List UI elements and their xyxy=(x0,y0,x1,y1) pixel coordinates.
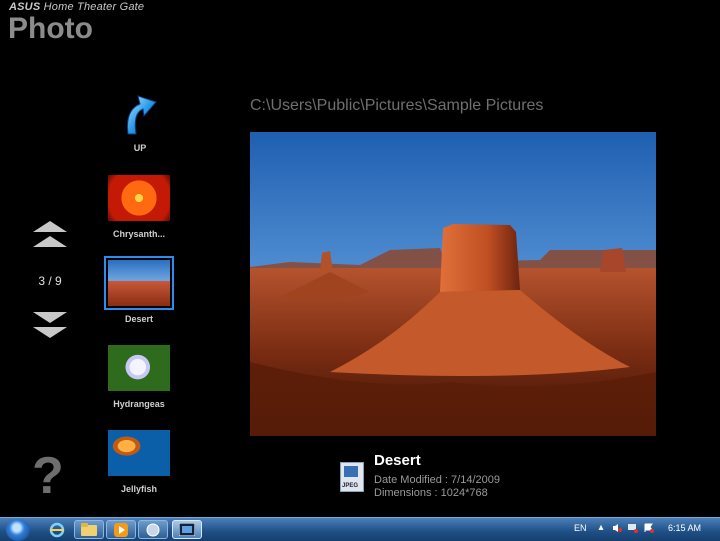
double-arrow-up-icon xyxy=(33,221,67,232)
date-modified: Date Modified : 7/14/2009 xyxy=(374,474,500,486)
photo-name: Desert xyxy=(374,452,421,469)
curved-up-arrow-icon xyxy=(127,95,157,135)
thumbnail-label: Desert xyxy=(124,314,153,324)
main-photo-desert xyxy=(250,132,656,436)
double-arrow-down-icon xyxy=(33,312,67,323)
app-title: Photo xyxy=(8,12,93,45)
page-down-button[interactable] xyxy=(32,312,68,342)
page-up-button[interactable] xyxy=(32,221,68,251)
start-button[interactable] xyxy=(6,519,30,541)
up-label: UP xyxy=(133,143,147,153)
thumbnail-hydrangeas[interactable]: Hydrangeas xyxy=(104,345,174,409)
help-button[interactable]: ? xyxy=(32,450,64,502)
thumbnail-desert[interactable]: Desert xyxy=(104,256,174,324)
jpeg-file-icon: JPEG xyxy=(340,462,364,492)
photo-counter: 3 / 9 xyxy=(38,274,62,288)
up-folder-button[interactable]: UP xyxy=(112,88,168,153)
show-hidden-icons-icon[interactable]: ▴ xyxy=(596,523,606,533)
thumbnail-label: Chrysanth... xyxy=(112,229,165,239)
dimensions: Dimensions : 1024*768 xyxy=(374,487,488,499)
ie-icon[interactable] xyxy=(42,520,72,539)
jellyfish-image xyxy=(108,430,170,476)
explorer-icon[interactable] xyxy=(74,520,104,539)
thumbnail-label: Jellyfish xyxy=(120,484,158,494)
media-player-icon[interactable] xyxy=(106,520,136,539)
folder-path: C:\Users\Public\Pictures\Sample Pictures xyxy=(250,97,544,114)
network-icon[interactable] xyxy=(628,523,638,533)
thumbnail-label: Hydrangeas xyxy=(113,399,165,409)
thumbnail-jellyfish[interactable]: Jellyfish xyxy=(104,430,174,494)
desert-image xyxy=(104,256,174,310)
clock[interactable]: 6:15 AM xyxy=(668,523,701,533)
hydrangeas-image xyxy=(108,345,170,391)
taskbar: EN ▴ 6:15 AM xyxy=(0,517,720,541)
thumbnail-chrysanthemum[interactable]: Chrysanth... xyxy=(104,175,174,239)
chrysanthemum-image xyxy=(108,175,170,221)
volume-muted-icon[interactable] xyxy=(612,523,622,533)
photo-app-icon[interactable] xyxy=(172,520,202,539)
language-indicator[interactable]: EN xyxy=(574,523,587,533)
app-icon[interactable] xyxy=(138,520,168,539)
action-center-icon[interactable] xyxy=(644,523,654,533)
